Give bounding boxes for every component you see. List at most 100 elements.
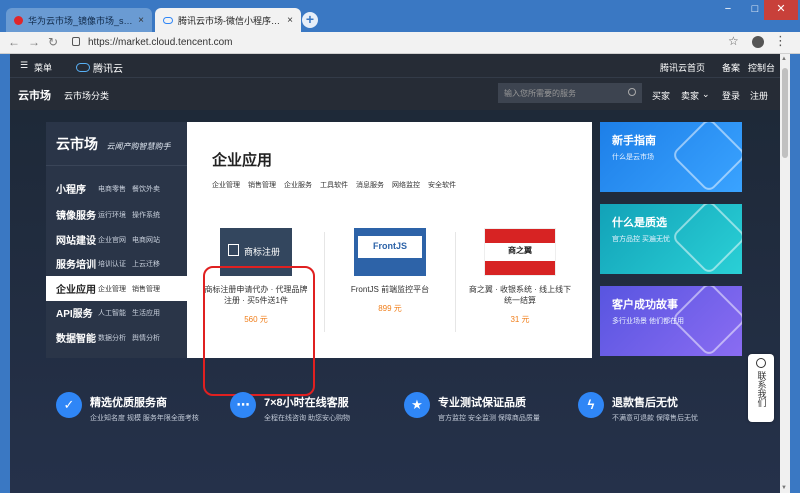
lock-icon (72, 37, 80, 46)
menu-link[interactable]: 菜单 (34, 61, 52, 74)
vertical-scrollbar[interactable]: ▲ ▼ (780, 54, 790, 493)
console-link[interactable]: 控制台 (748, 61, 775, 74)
nav-slogan: 云闻产购智慧购手 (106, 142, 171, 151)
feature-item: ⋯ 7×8小时在线客服 全程在线咨询 助您安心购物 (230, 392, 350, 423)
window-border (0, 54, 10, 493)
seller-link[interactable]: 卖家 (681, 89, 699, 102)
tab-network-monitoring[interactable]: 网络监控 (392, 180, 420, 190)
nav-sub-link[interactable]: 舆情分析 (132, 333, 160, 343)
promo-success-stories[interactable]: 客户成功故事 多行业场景 他们都在用 (600, 286, 742, 356)
nav-sub-link[interactable]: 电商网站 (132, 235, 160, 245)
feature-subtitle: 企业知名度 规模 服务年限全面考核 (90, 415, 199, 422)
scroll-up-icon[interactable]: ▲ (781, 56, 787, 62)
product-price: 31 元 (510, 315, 530, 324)
nav-item-label: 数据智能 (56, 334, 96, 345)
home-link[interactable]: 腾讯云首页 (660, 61, 705, 74)
nav-sub-link[interactable]: 餐饮外卖 (132, 184, 160, 194)
nav-item-api[interactable]: API服务 人工智能 生活应用 (46, 300, 187, 325)
tab-enterprise-service[interactable]: 企业服务 (284, 180, 312, 190)
site-topbar: ☰ 菜单 腾讯云 腾讯云首页 备案 控制台 (10, 54, 780, 78)
feature-title: 7×8小时在线客服 (264, 397, 349, 409)
nav-item-miniprogram[interactable]: 小程序 电商零售 餐饮外卖 (46, 176, 187, 201)
feature-subtitle: 官方监控 安全监测 保障商品质量 (438, 415, 540, 422)
tab-message-service[interactable]: 消息服务 (356, 180, 384, 190)
nav-item-image-service[interactable]: 镜像服务 运行环境 操作系统 (46, 202, 187, 227)
buyer-link[interactable]: 买家 (652, 89, 670, 102)
category-link[interactable]: 云市场分类 (64, 89, 109, 102)
login-link[interactable]: 登录 (722, 89, 740, 102)
promo-quality[interactable]: 什么是质选 官方品控 买遍无忧 (600, 204, 742, 274)
tab-strip: 华为云市场_镜像市场_saas软件 × 腾讯云市场-微信小程序_网站建设 × +… (0, 0, 800, 32)
browser-menu-icon[interactable]: ⋮ (774, 33, 787, 49)
nav-sub-link[interactable]: 培训认证 (98, 259, 126, 269)
nav-item-enterprise-app[interactable]: 企业应用 企业管理 销售管理 (46, 276, 187, 301)
feature-item: ✓ 精选优质服务商 企业知名度 规模 服务年限全面考核 (56, 392, 199, 423)
feature-subtitle: 全程在线咨询 助您安心购物 (264, 415, 350, 422)
account-icon[interactable] (752, 36, 764, 48)
nav-sub-link[interactable]: 电商零售 (98, 184, 126, 194)
nav-sub-link[interactable]: 操作系统 (132, 210, 160, 220)
product-card[interactable]: FrontJS FrontJS 前端监控平台 899 元 (335, 222, 445, 346)
check-icon: ✓ (56, 392, 82, 418)
nav-title: 云市场 (56, 136, 98, 152)
tab-tool-software[interactable]: 工具软件 (320, 180, 348, 190)
bookmark-star-icon[interactable]: ☆ (728, 34, 739, 48)
contact-us-button[interactable]: 联系我们 (748, 354, 774, 422)
nav-sub-link[interactable]: 上云迁移 (132, 259, 160, 269)
nav-sub-link[interactable]: 人工智能 (98, 308, 126, 318)
search-icon[interactable] (628, 88, 636, 96)
search-input[interactable]: 输入您所需要的服务 (498, 83, 642, 103)
chevron-down-icon[interactable]: ⌄ (702, 89, 710, 100)
nav-item-training[interactable]: 服务培训 培训认证 上云迁移 (46, 251, 187, 276)
url-field[interactable]: https://market.cloud.tencent.com (88, 34, 738, 52)
divider (324, 232, 325, 332)
nav-sub-link[interactable]: 数据分析 (98, 333, 126, 343)
tab-huawei-market[interactable]: 华为云市场_镜像市场_saas软件 × (6, 8, 152, 32)
tencent-cloud-logo[interactable]: 腾讯云 (76, 60, 123, 75)
feature-title: 精选优质服务商 (90, 397, 167, 409)
chat-icon: ⋯ (230, 392, 256, 418)
nav-sub-link[interactable]: 企业官网 (98, 235, 126, 245)
feature-subtitle: 不满意可退款 保障售后无忧 (612, 415, 698, 422)
nav-sub-link[interactable]: 运行环境 (98, 210, 126, 220)
page-viewport: ☰ 菜单 腾讯云 腾讯云首页 备案 控制台 云市场 云市场分类 输入您所需要的服… (10, 54, 790, 493)
tab-security-software[interactable]: 安全软件 (428, 180, 456, 190)
nav-sub-link[interactable]: 生活应用 (132, 308, 160, 318)
tab-title: 腾讯云市场-微信小程序_网站建设 (178, 15, 282, 26)
nav-header: 云市场 云闻产购智慧购手 (46, 122, 187, 166)
tencent-cloud-favicon-icon (163, 16, 173, 24)
back-icon[interactable]: ← (8, 35, 20, 49)
market-header: 云市场 云市场分类 输入您所需要的服务 买家 卖家 ⌄ 登录 注册 (10, 78, 780, 110)
nav-sub-link[interactable]: 销售管理 (132, 284, 160, 294)
forward-icon[interactable]: → (28, 35, 40, 49)
feature-item: ϟ 退款售后无忧 不满意可退款 保障售后无忧 (578, 392, 698, 423)
category-title: 企业应用 (212, 152, 273, 169)
left-category-nav: 云市场 云闻产购智慧购手 小程序 电商零售 餐饮外卖 镜像服务 运行环境 操作系… (46, 122, 187, 358)
hamburger-icon[interactable]: ☰ (20, 60, 28, 71)
nav-item-label: 服务培训 (56, 260, 96, 271)
minimize-button[interactable]: − (713, 0, 743, 20)
nav-item-data-intelligence[interactable]: 数据智能 数据分析 舆情分析 (46, 325, 187, 350)
tab-sales-management[interactable]: 销售管理 (248, 180, 276, 190)
product-card[interactable]: 商之翼 商之翼 · 收银系统 · 线上线下统一结算 31 元 (465, 222, 575, 346)
feature-title: 退款售后无忧 (612, 397, 678, 409)
scrollbar-thumb[interactable] (782, 68, 788, 158)
record-link[interactable]: 备案 (722, 61, 740, 74)
nav-sub-link[interactable]: 企业管理 (98, 284, 126, 294)
tab-enterprise-management[interactable]: 企业管理 (212, 180, 240, 190)
tab-tencent-market[interactable]: 腾讯云市场-微信小程序_网站建设 × (155, 8, 301, 32)
nav-item-website[interactable]: 网站建设 企业官网 电商网站 (46, 227, 187, 252)
reload-icon[interactable]: ↻ (48, 35, 58, 49)
product-name: 商之翼 · 收银系统 · 线上线下统一结算 (468, 285, 572, 305)
new-tab-button[interactable]: + (302, 12, 318, 28)
scroll-down-icon[interactable]: ▼ (781, 485, 787, 491)
close-window-button[interactable]: ✕ (764, 0, 798, 20)
market-brand[interactable]: 云市场 (18, 87, 51, 103)
promo-guide[interactable]: 新手指南 什么是云市场 (600, 122, 742, 192)
trademark-logo-icon (228, 244, 239, 256)
tab-close-icon[interactable]: × (138, 15, 144, 26)
tab-close-icon[interactable]: × (287, 15, 293, 26)
register-link[interactable]: 注册 (750, 89, 768, 102)
lightning-icon: ϟ (578, 392, 604, 418)
category-tabs: 企业管理 销售管理 企业服务 工具软件 消息服务 网络监控 安全软件 (212, 180, 456, 190)
